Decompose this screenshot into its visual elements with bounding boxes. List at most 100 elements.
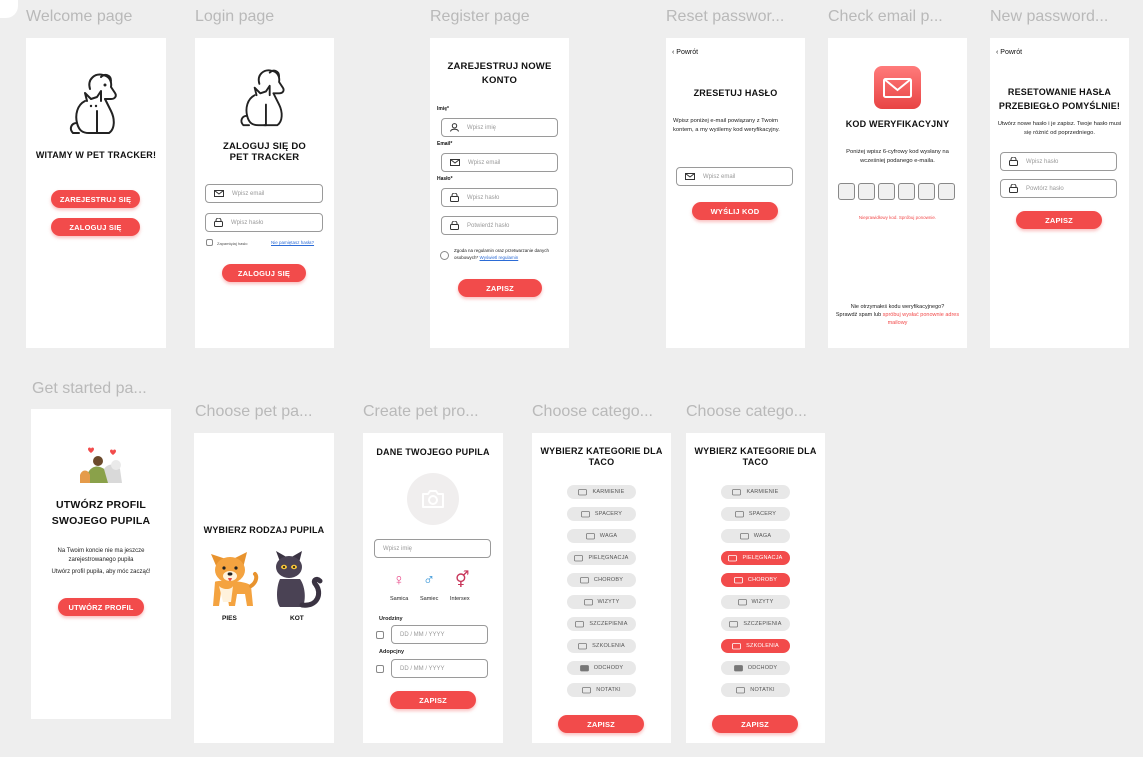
frame-label-register: Register page [430, 8, 530, 25]
lock-icon [450, 221, 459, 230]
register-confirm-field[interactable]: Potwierdź hasło [441, 216, 558, 235]
resend-link[interactable]: spróbuj wysłać ponownie adres mailowy [883, 312, 959, 326]
newpass-password-field[interactable]: Wpisz hasło [1000, 152, 1117, 171]
createpet-submit-button[interactable]: ZAPISZ [390, 691, 476, 709]
code-digit-4[interactable] [898, 183, 915, 200]
back-link[interactable]: ‹ Powrót [996, 49, 1022, 56]
category-pill-odchody[interactable]: ODCHODY [567, 661, 636, 675]
welcome-title: WITAMY W PET TRACKER! [35, 150, 157, 160]
male-label: Samiec [420, 596, 439, 602]
category-pill-notatki[interactable]: NOTATKI [567, 683, 636, 697]
register-submit-button[interactable]: ZAPISZ [458, 279, 542, 297]
category-pill-wizyty[interactable]: WIZYTY [567, 595, 636, 609]
category-label: KARMIENIE [746, 489, 779, 495]
code-error: Nieprawidłowy kod. Spróbuj ponownie. [858, 215, 937, 220]
choosepet-title: WYBIERZ RODZAJ PUPILA [203, 525, 325, 535]
register-email-field[interactable]: Wpisz email [441, 153, 558, 172]
code-digit-2[interactable] [858, 183, 875, 200]
cat-label[interactable]: KOT [290, 615, 304, 622]
mail-icon [214, 190, 224, 197]
category-pill-waga[interactable]: WAGA [567, 529, 636, 543]
cat-illustration-icon [276, 551, 323, 608]
code-digit-3[interactable] [878, 183, 895, 200]
reset-email-field[interactable]: Wpisz email [676, 167, 793, 186]
check-footer-prefix: Sprawdź spam lub [835, 312, 882, 318]
category-label: ODCHODY [593, 665, 624, 671]
choosecat1-submit-button[interactable]: ZAPISZ [558, 715, 644, 733]
virus-icon [579, 577, 589, 584]
choosecat2-submit-button[interactable]: ZAPISZ [712, 715, 798, 733]
login-email-field[interactable]: Wpisz email [205, 184, 323, 203]
newpass-submit-button[interactable]: ZAPISZ [1016, 211, 1102, 229]
register-frame: ZAREJESTRUJ NOWE KONTO Imię* Wpisz imię … [430, 38, 569, 348]
dog-label[interactable]: PIES [222, 615, 237, 622]
male-icon[interactable]: ♂ [423, 573, 435, 589]
category-pill-pielęgnacja[interactable]: PIELĘGNACJA [567, 551, 636, 565]
code-digit-6[interactable] [938, 183, 955, 200]
category-pill-waga[interactable]: WAGA [721, 529, 790, 543]
grooming-icon [574, 555, 584, 562]
category-pill-spacery[interactable]: SPACERY [567, 507, 636, 521]
category-label: SPACERY [594, 511, 623, 517]
category-pill-karmienie[interactable]: KARMIENIE [721, 485, 790, 499]
login-password-placeholder: Wpisz hasło [231, 219, 264, 226]
female-icon[interactable]: ♀ [393, 573, 405, 589]
newpass-confirm-field[interactable]: Powtórz hasło [1000, 179, 1117, 198]
category-pill-karmienie[interactable]: KARMIENIE [567, 485, 636, 499]
category-pill-szczepienia[interactable]: SZCZEPIENIA [721, 617, 790, 631]
category-label: SZCZEPIENIA [743, 621, 782, 627]
frame-label-choosecat1: Choose catego... [532, 403, 653, 420]
consent-checkbox[interactable] [440, 251, 449, 260]
category-label: WIZYTY [751, 599, 774, 605]
getstarted-frame: UTWÓRZ PROFIL SWOJEGO PUPILA Na Twoim ko… [31, 409, 171, 719]
code-digit-5[interactable] [918, 183, 935, 200]
category-label: ODCHODY [747, 665, 778, 671]
welcome-frame: WITAMY W PET TRACKER! ZAREJESTRUJ SIĘ ZA… [26, 38, 166, 348]
birthday-checkbox[interactable] [376, 631, 384, 639]
adoption-checkbox[interactable] [376, 665, 384, 673]
terms-link[interactable]: Wyświetl regulamin [480, 255, 519, 260]
training-icon [578, 643, 588, 650]
newpass-password-placeholder: Wpisz hasło [1026, 158, 1059, 165]
photo-upload[interactable] [407, 473, 459, 525]
dog-cat-outline-icon [240, 69, 285, 127]
category-pill-wizyty[interactable]: WIZYTY [721, 595, 790, 609]
category-pill-choroby[interactable]: CHOROBY [721, 573, 790, 587]
send-code-button[interactable]: WYŚLIJ KOD [692, 202, 778, 220]
birthday-field[interactable]: DD / MM / YYYY [391, 625, 488, 644]
remember-checkbox[interactable] [206, 239, 213, 246]
category-pill-choroby[interactable]: CHOROBY [567, 573, 636, 587]
syringe-icon [729, 621, 739, 628]
register-button[interactable]: ZAREJESTRUJ SIĘ [51, 190, 140, 208]
intersex-icon[interactable]: ⚥ [455, 573, 469, 589]
walk-icon [735, 511, 744, 518]
getstarted-title: UTWÓRZ PROFIL SWOJEGO PUPILA [51, 499, 151, 527]
register-name-label: Imię* [437, 106, 449, 112]
pet-name-field[interactable]: Wpisz imię [374, 539, 491, 558]
frame-label-choosepet: Choose pet pa... [195, 403, 313, 420]
login-submit-button[interactable]: ZALOGUJ SIĘ [222, 264, 306, 282]
category-pill-spacery[interactable]: SPACERY [721, 507, 790, 521]
code-digit-1[interactable] [838, 183, 855, 200]
reset-email-placeholder: Wpisz email [703, 173, 736, 180]
category-pill-odchody[interactable]: ODCHODY [721, 661, 790, 675]
forgot-password-link[interactable]: Nie pamiętasz hasła? [271, 240, 314, 245]
login-button[interactable]: ZALOGUJ SIĘ [51, 218, 140, 236]
register-confirm-placeholder: Potwierdź hasło [467, 222, 510, 229]
category-pill-szczepienia[interactable]: SZCZEPIENIA [567, 617, 636, 631]
back-link[interactable]: ‹ Powrót [672, 49, 698, 56]
create-profile-button[interactable]: UTWÓRZ PROFIL [58, 598, 144, 616]
chevron-left-icon: ‹ [996, 49, 999, 56]
category-pill-szkolenia[interactable]: SZKOLENIA [721, 639, 790, 653]
canvas-corner [0, 0, 18, 18]
check-footer-question: Nie otrzymałeś kodu weryfikacyjnego? [850, 304, 945, 310]
register-name-field[interactable]: Wpisz imię [441, 118, 558, 137]
adoption-field[interactable]: DD / MM / YYYY [391, 659, 488, 678]
getstarted-line2: zarejestrowanego pupila [68, 557, 134, 563]
category-pill-pielęgnacja[interactable]: PIELĘGNACJA [721, 551, 790, 565]
register-password-field[interactable]: Wpisz hasło [441, 188, 558, 207]
category-pill-szkolenia[interactable]: SZKOLENIA [567, 639, 636, 653]
login-password-field[interactable]: Wpisz hasło [205, 213, 323, 232]
getstarted-line1: Na Twoim koncie nie ma jeszcze [57, 548, 145, 554]
category-pill-notatki[interactable]: NOTATKI [721, 683, 790, 697]
